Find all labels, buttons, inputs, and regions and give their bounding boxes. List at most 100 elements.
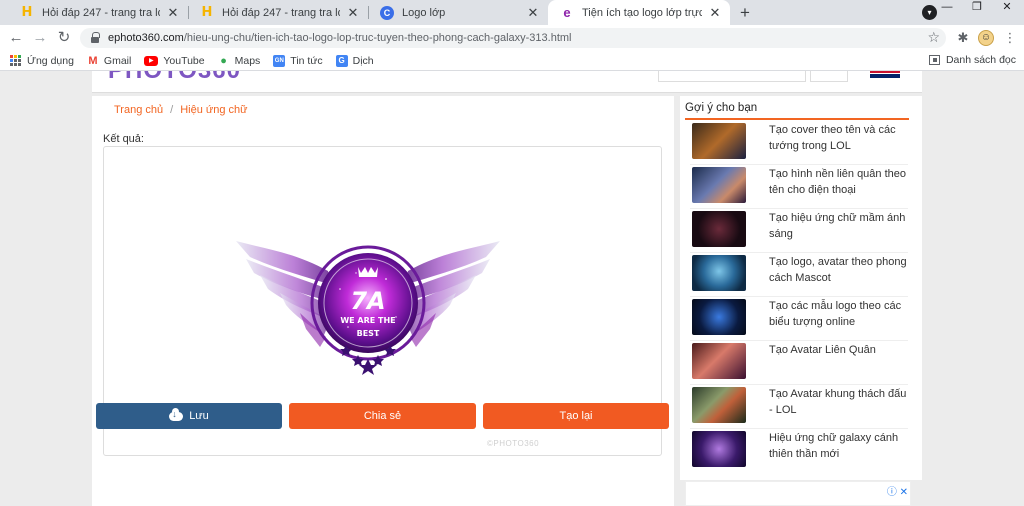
hoidap-favicon-icon: H: [21, 5, 33, 20]
reading-list-button[interactable]: Danh sách đọc: [928, 54, 1016, 66]
header-search-input[interactable]: [658, 71, 806, 82]
suggestion-thumbnail: [692, 211, 746, 247]
suggestion-item[interactable]: Tạo logo, avatar theo phong cách Mascot: [690, 253, 908, 297]
suggestion-thumbnail: [692, 167, 746, 203]
new-tab-button[interactable]: +: [735, 3, 755, 23]
result-label: Kết quả:: [103, 133, 144, 145]
suggestion-item[interactable]: Tạo các mẫu logo theo các biểu tượng onl…: [690, 297, 908, 341]
right-wing: [404, 241, 500, 347]
reload-icon[interactable]: ↻: [54, 28, 74, 48]
site-header: PHOTO360: [92, 71, 922, 93]
url-path: /hieu-ung-chu/tien-ich-tao-logo-lop-truc…: [183, 32, 572, 44]
reading-list-icon: [928, 55, 940, 65]
tab-strip: H Hỏi đáp 247 - trang tra loi ✕ H Hỏi đá…: [0, 0, 1024, 25]
bookmark-maps[interactable]: ● Maps: [218, 54, 261, 67]
bookmark-news[interactable]: GN Tin tức: [273, 54, 323, 67]
bookmark-star-icon[interactable]: ☆: [927, 29, 940, 46]
maximize-button[interactable]: ❐: [962, 0, 992, 16]
adchoices-icon[interactable]: ⓘ ✕: [887, 483, 908, 498]
web-page: PHOTO360 Trang chủ / Hiệu ứng chữ Kết quả:: [0, 71, 1024, 506]
tab-title: Logo lớp: [402, 6, 446, 19]
bookmark-youtube[interactable]: ▶ YouTube: [144, 54, 205, 67]
reading-list-label: Danh sách đọc: [945, 54, 1016, 66]
suggestion-item[interactable]: Tạo Avatar khung thách đấu - LOL: [690, 385, 908, 429]
sidebar-heading-underline: [685, 118, 909, 120]
apps-grid-icon: [10, 55, 21, 66]
suggestion-item[interactable]: Tạo hiệu ứng chữ mầm ánh sáng: [690, 209, 908, 253]
suggestions-sidebar: Gợi ý cho bạn Tạo cover theo tên và các …: [680, 96, 922, 480]
bookmark-label: YouTube: [163, 54, 205, 67]
logo-big-text: 7A: [350, 287, 385, 315]
maps-icon: ●: [220, 54, 227, 67]
url-text: ephoto360.com/hieu-ung-chu/tien-ich-tao-…: [108, 32, 572, 44]
suggestion-title: Tạo logo, avatar theo phong cách Mascot: [769, 256, 907, 284]
bookmark-label: Ứng dụng: [27, 54, 74, 67]
save-label: Lưu: [189, 410, 209, 422]
bookmark-label: Dịch: [352, 54, 374, 67]
browser-tab-4-active[interactable]: e Tiện ích tạo logo lớp trực tuyến t ✕: [548, 0, 730, 25]
suggestion-item[interactable]: Tạo cover theo tên và các tướng trong LO…: [690, 121, 908, 165]
ad-banner[interactable]: ⓘ ✕: [685, 481, 911, 506]
suggestion-title: Tạo Avatar Liên Quân: [769, 344, 876, 356]
suggestion-title: Tạo các mẫu logo theo các biểu tượng onl…: [769, 300, 902, 328]
address-bar[interactable]: ephoto360.com/hieu-ung-chu/tien-ich-tao-…: [80, 28, 946, 48]
back-icon[interactable]: ←: [6, 28, 26, 48]
save-button[interactable]: Lưu: [96, 403, 282, 429]
profile-avatar[interactable]: ☺: [978, 30, 994, 46]
breadcrumb: Trang chủ / Hiệu ứng chữ: [114, 104, 248, 116]
minimize-button[interactable]: —: [932, 0, 962, 16]
browser-tab-2[interactable]: H Hỏi đáp 247 - trang tra loi ✕: [188, 0, 368, 25]
share-button[interactable]: Chia sẻ: [289, 403, 476, 429]
site-logo[interactable]: PHOTO360: [108, 71, 241, 85]
recreate-label: Tạo lại: [559, 410, 593, 422]
bookmark-gmail[interactable]: M Gmail: [87, 55, 131, 67]
breadcrumb-separator: /: [170, 104, 174, 116]
close-window-button[interactable]: ✕: [992, 0, 1022, 16]
lock-icon: [90, 32, 100, 44]
breadcrumb-current[interactable]: Hiệu ứng chữ: [180, 104, 247, 116]
header-search-button[interactable]: [810, 71, 848, 82]
bookmark-apps[interactable]: Ứng dụng: [10, 55, 74, 67]
suggestion-thumbnail: [692, 431, 746, 467]
galaxy-logo-image: 7A WE ARE THE BEST: [236, 241, 500, 375]
breadcrumb-home[interactable]: Trang chủ: [114, 104, 163, 116]
tab-title: Hỏi đáp 247 - trang tra loi: [42, 6, 160, 19]
ephoto-favicon-icon: e: [563, 5, 571, 20]
canva-favicon-icon: C: [380, 5, 394, 20]
extensions-icon[interactable]: ✱: [954, 29, 972, 47]
tab-title: Tiện ích tạo logo lớp trực tuyến t: [582, 6, 702, 19]
close-tab-icon[interactable]: ✕: [346, 5, 360, 21]
suggestion-item[interactable]: Hiệu ứng chữ galaxy cánh thiên thần mới: [690, 429, 908, 473]
language-flag-icon[interactable]: [870, 71, 900, 78]
suggestion-item[interactable]: Tạo Avatar Liên Quân: [690, 341, 908, 385]
bookmark-label: Maps: [234, 54, 261, 67]
suggestion-thumbnail: [692, 343, 746, 379]
translate-icon: G: [335, 54, 348, 67]
menu-kebab-icon[interactable]: ⋮: [1001, 29, 1019, 47]
bookmark-translate[interactable]: G Dịch: [335, 54, 374, 67]
tab-title: Hỏi đáp 247 - trang tra loi: [222, 6, 340, 19]
sidebar-heading: Gợi ý cho bạn: [685, 102, 758, 114]
browser-tab-3[interactable]: C Logo lớp ✕: [368, 0, 548, 25]
main-content: Trang chủ / Hiệu ứng chữ Kết quả: 7A WE …: [92, 96, 674, 506]
youtube-icon: ▶: [144, 55, 159, 66]
suggestion-thumbnail: [692, 299, 746, 335]
suggestion-thumbnail: [692, 255, 746, 291]
share-label: Chia sẻ: [363, 410, 402, 422]
url-domain: ephoto360.com: [108, 32, 184, 44]
gmail-icon: M: [88, 54, 98, 67]
close-tab-icon[interactable]: ✕: [526, 5, 540, 21]
suggestion-title: Tạo Avatar khung thách đấu - LOL: [769, 388, 907, 416]
close-tab-icon[interactable]: ✕: [708, 5, 722, 21]
suggestion-title: Tạo hiệu ứng chữ mầm ánh sáng: [769, 212, 906, 240]
close-tab-icon[interactable]: ✕: [166, 5, 180, 21]
forward-icon[interactable]: →: [30, 28, 50, 48]
browser-tab-1[interactable]: H Hỏi đáp 247 - trang tra loi ✕: [8, 0, 188, 25]
cloud-download-icon: [169, 407, 184, 421]
recreate-button[interactable]: Tạo lại: [483, 403, 669, 429]
suggestion-item[interactable]: Tạo hình nền liên quân theo tên cho điện…: [690, 165, 908, 209]
bookmark-label: Tin tức: [290, 54, 323, 67]
suggestion-title: Tạo hình nền liên quân theo tên cho điện…: [769, 168, 907, 196]
browser-toolbar: ← → ↻ ephoto360.com/hieu-ung-chu/tien-ic…: [0, 25, 1024, 51]
suggestion-thumbnail: [692, 387, 746, 423]
